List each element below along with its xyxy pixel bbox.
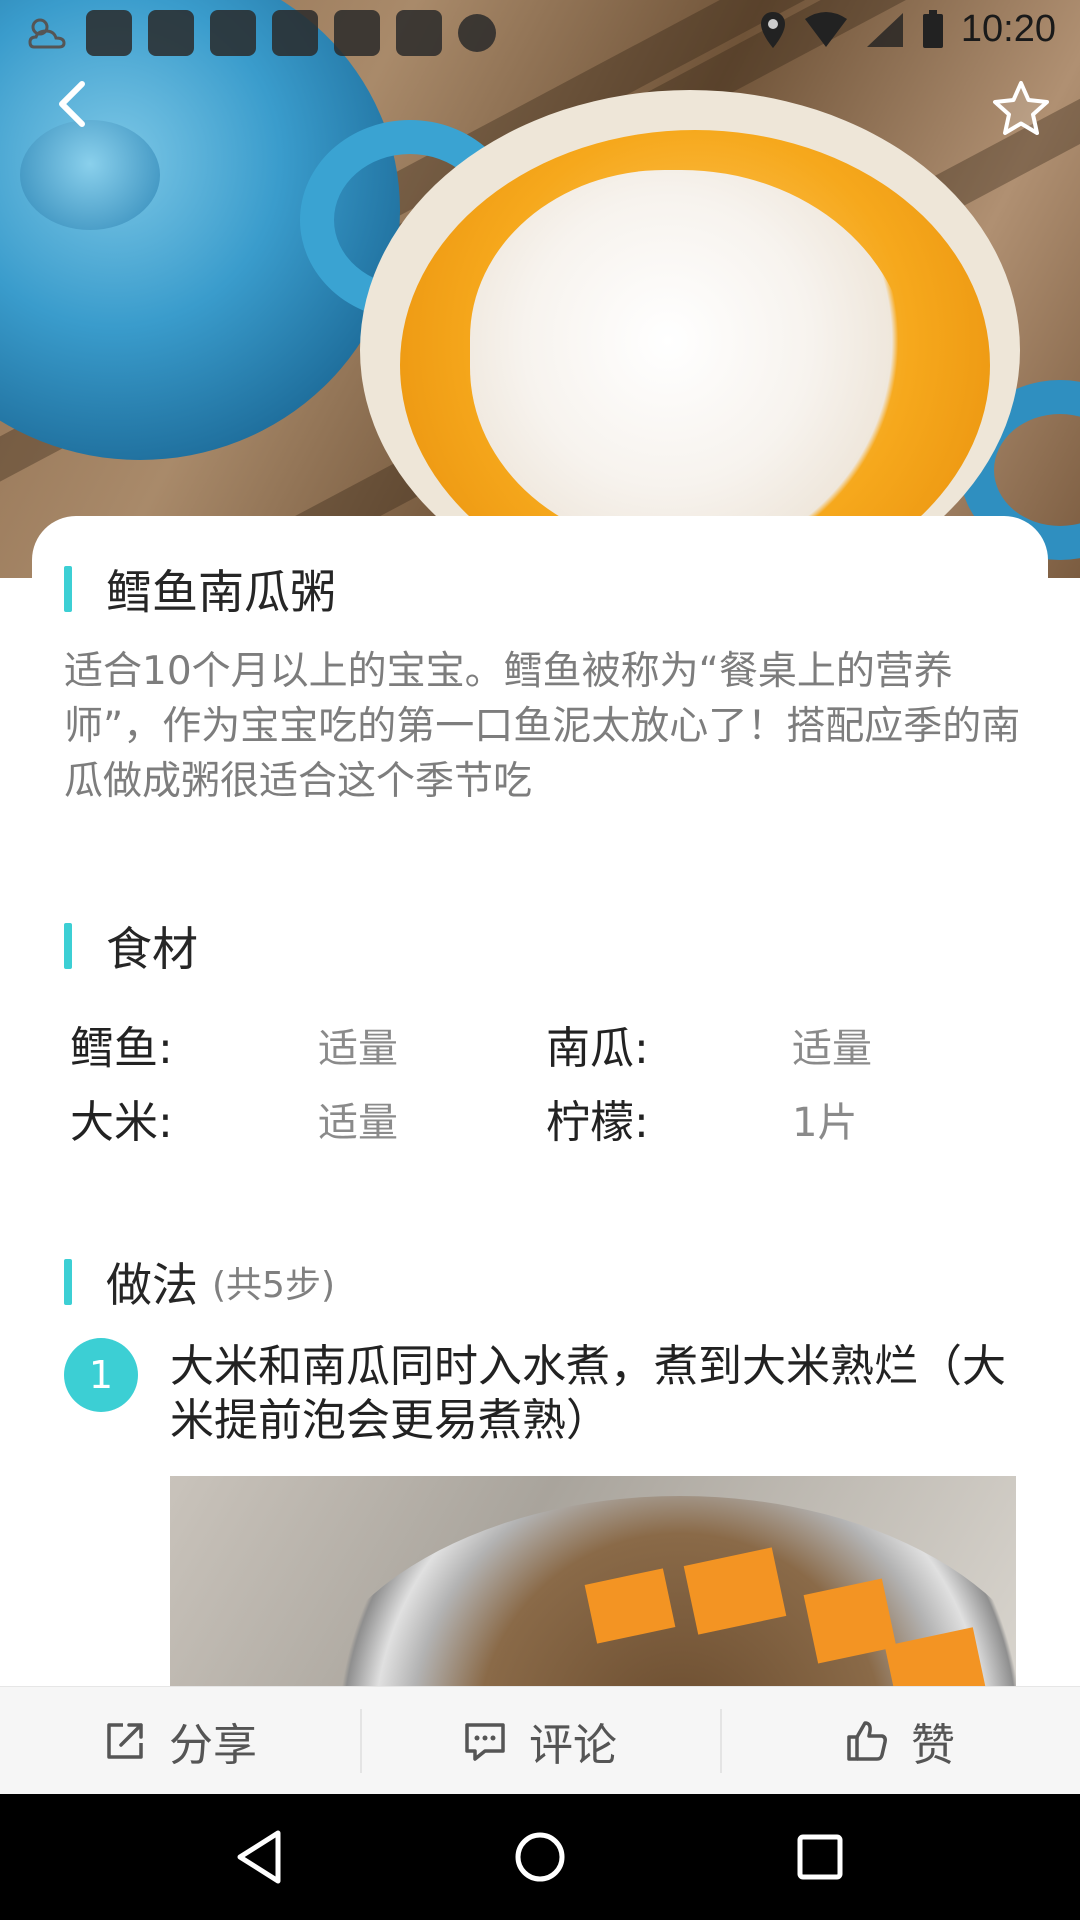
method-accent-bar (64, 1259, 72, 1305)
method-step-count: (共5步) (212, 1265, 335, 1306)
like-label: 赞 (911, 1719, 955, 1771)
notification-icon (272, 10, 318, 56)
bottom-action-bar: 分享 评论 赞 (0, 1686, 1080, 1794)
method-section-title: 做法 (共5步) (64, 1249, 335, 1315)
method-heading: 做法 (106, 1258, 198, 1312)
system-navigation-bar (0, 1794, 1080, 1920)
triangle-back-icon[interactable] (228, 1825, 292, 1889)
like-button[interactable]: 赞 (720, 1687, 1080, 1794)
circle-home-icon[interactable] (508, 1825, 572, 1889)
ingredient-amount: 适量 (318, 1100, 398, 1146)
comment-label: 评论 (529, 1719, 617, 1771)
notification-icon (396, 10, 442, 56)
favorite-button[interactable] (990, 78, 1052, 140)
notification-icon (210, 10, 256, 56)
ingredients-section-title: 食材 (64, 913, 198, 979)
step-number-badge: 1 (64, 1338, 138, 1412)
thumbs-up-icon (847, 1720, 887, 1761)
ingredient-amount: 适量 (792, 1026, 872, 1072)
share-button[interactable]: 分享 (0, 1687, 360, 1794)
notification-icon (148, 10, 194, 56)
status-bar: 10:20 (0, 0, 1080, 62)
share-label: 分享 (169, 1719, 257, 1771)
ingredient-amount: 1片 (792, 1100, 858, 1146)
square-recents-icon[interactable] (788, 1825, 852, 1889)
recipe-description: 适合10个月以上的宝宝。鳕鱼被称为“餐桌上的营养师”，作为宝宝吃的第一口鱼泥太放… (64, 649, 1021, 804)
recipe-title: 鳕鱼南瓜粥 (106, 565, 336, 619)
cell-signal-icon (866, 12, 903, 47)
recipe-hero-image (0, 0, 1080, 578)
star-icon (993, 81, 1049, 135)
step-text: 大米和南瓜同时入水煮，煮到大米熟烂（大米提前泡会更易煮熟） (170, 1341, 1006, 1446)
battery-icon (922, 9, 943, 48)
notification-icon (86, 10, 132, 56)
weather-icon (28, 18, 66, 49)
ingredients-heading: 食材 (106, 922, 198, 976)
title-accent-bar (64, 566, 72, 612)
location-icon (760, 11, 785, 48)
back-button[interactable] (48, 76, 100, 132)
recipe-title-section: 鳕鱼南瓜粥 (64, 556, 336, 622)
share-icon (107, 1722, 143, 1759)
ingredient-name: 鳕鱼: (70, 1023, 173, 1074)
notification-icon (334, 10, 380, 56)
ingredients-accent-bar (64, 923, 72, 969)
comment-icon (465, 1722, 505, 1761)
status-time: 10:20 (960, 8, 1056, 50)
back-arrow-icon (59, 81, 85, 127)
notification-icon (458, 14, 496, 52)
ingredient-name: 大米: (70, 1097, 173, 1148)
step-image[interactable] (170, 1476, 1016, 1686)
ingredient-amount: 适量 (318, 1026, 398, 1072)
ingredient-name: 柠檬: (546, 1097, 649, 1148)
wifi-icon (804, 11, 847, 47)
comment-button[interactable]: 评论 (360, 1687, 720, 1794)
ingredient-name: 南瓜: (546, 1023, 649, 1074)
